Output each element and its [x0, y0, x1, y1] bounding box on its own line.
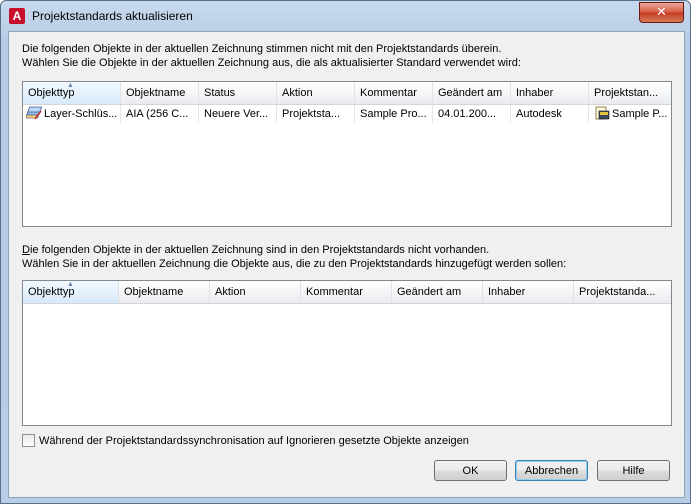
- list1-col-inhaber[interactable]: Inhaber: [511, 82, 589, 104]
- list2-col-inhaber[interactable]: Inhaber: [483, 281, 574, 303]
- section2-line2: Wählen Sie in der aktuellen Zeichnung di…: [22, 258, 567, 270]
- list1-col-objektname[interactable]: Objektname: [121, 82, 199, 104]
- autocad-app-icon: A: [9, 8, 25, 24]
- help-button[interactable]: Hilfe: [597, 460, 670, 481]
- close-button[interactable]: ✕: [639, 2, 684, 23]
- list2-col-objektname[interactable]: Objektname: [119, 281, 210, 303]
- sort-ascending-icon: ▲: [67, 281, 74, 288]
- cell-objekttyp: Layer-Schlüs...: [23, 105, 121, 123]
- dialog-window: A Projektstandards aktualisieren ✕ Die f…: [0, 0, 691, 504]
- list1-header: ▲ Objekttyp Objektname Status Aktion Kom…: [23, 82, 671, 105]
- list1-col-geaendert-am[interactable]: Geändert am: [433, 82, 511, 104]
- list1-col-projektstandard[interactable]: Projektstan...: [589, 82, 671, 104]
- sort-ascending-icon: ▲: [67, 82, 74, 89]
- list2-col-aktion[interactable]: Aktion: [210, 281, 301, 303]
- nonconforming-objects-list[interactable]: ▲ Objekttyp Objektname Status Aktion Kom…: [22, 81, 672, 227]
- list1-col-kommentar[interactable]: Kommentar: [355, 82, 433, 104]
- ok-button[interactable]: OK: [434, 460, 507, 481]
- list1-col-status[interactable]: Status: [199, 82, 277, 104]
- list2-col-kommentar[interactable]: Kommentar: [301, 281, 392, 303]
- section2-line1-text: ie folgenden Objekte in der aktuellen Ze…: [29, 244, 490, 256]
- section1-line2: Wählen Sie die Objekte in der aktuellen …: [22, 57, 521, 69]
- layer-key-icon: [25, 106, 43, 123]
- table-row[interactable]: Layer-Schlüs... AIA (256 C... Neuere Ver…: [23, 105, 671, 123]
- cell-inhaber: Autodesk: [511, 105, 589, 123]
- list2-col-geaendert-am[interactable]: Geändert am: [392, 281, 483, 303]
- title-bar[interactable]: A Projektstandards aktualisieren ✕: [1, 1, 690, 31]
- section1-instructions: Die folgenden Objekte in der aktuellen Z…: [22, 42, 521, 70]
- cancel-button[interactable]: Abbrechen: [515, 460, 588, 481]
- list2-header: ▲ Objekttyp Objektname Aktion Kommentar …: [23, 281, 671, 304]
- list2-col-projektstandard[interactable]: Projektstanda...: [574, 281, 671, 303]
- list1-col-aktion[interactable]: Aktion: [277, 82, 355, 104]
- cell-objektname: AIA (256 C...: [121, 105, 199, 123]
- list1-col-objekttyp[interactable]: ▲ Objekttyp: [23, 82, 121, 104]
- cell-kommentar: Sample Pro...: [355, 105, 433, 123]
- missing-objects-list[interactable]: ▲ Objekttyp Objektname Aktion Kommentar …: [22, 280, 672, 426]
- cell-aktion[interactable]: Projektsta...: [277, 105, 355, 123]
- list2-col-objekttyp[interactable]: ▲ Objekttyp: [23, 281, 119, 303]
- show-ignored-objects-label[interactable]: Während der Projektstandardssynchronisat…: [39, 434, 469, 448]
- dialog-client-area: Die folgenden Objekte in der aktuellen Z…: [8, 31, 685, 498]
- section2-instructions: Die folgenden Objekte in der aktuellen Z…: [22, 243, 566, 271]
- section2-line1: Die folgenden Objekte in der aktuellen Z…: [22, 243, 566, 257]
- dialog-title: Projektstandards aktualisieren: [32, 9, 193, 23]
- section2-line1-mnemonic: D: [22, 244, 30, 256]
- cell-status: Neuere Ver...: [199, 105, 277, 123]
- cell-projektstandard: Sample P...: [589, 105, 671, 123]
- standards-file-icon: [594, 106, 610, 123]
- show-ignored-objects-checkbox[interactable]: [22, 434, 35, 447]
- cell-geaendert-am: 04.01.200...: [433, 105, 511, 123]
- section1-line1: Die folgenden Objekte in der aktuellen Z…: [22, 43, 502, 55]
